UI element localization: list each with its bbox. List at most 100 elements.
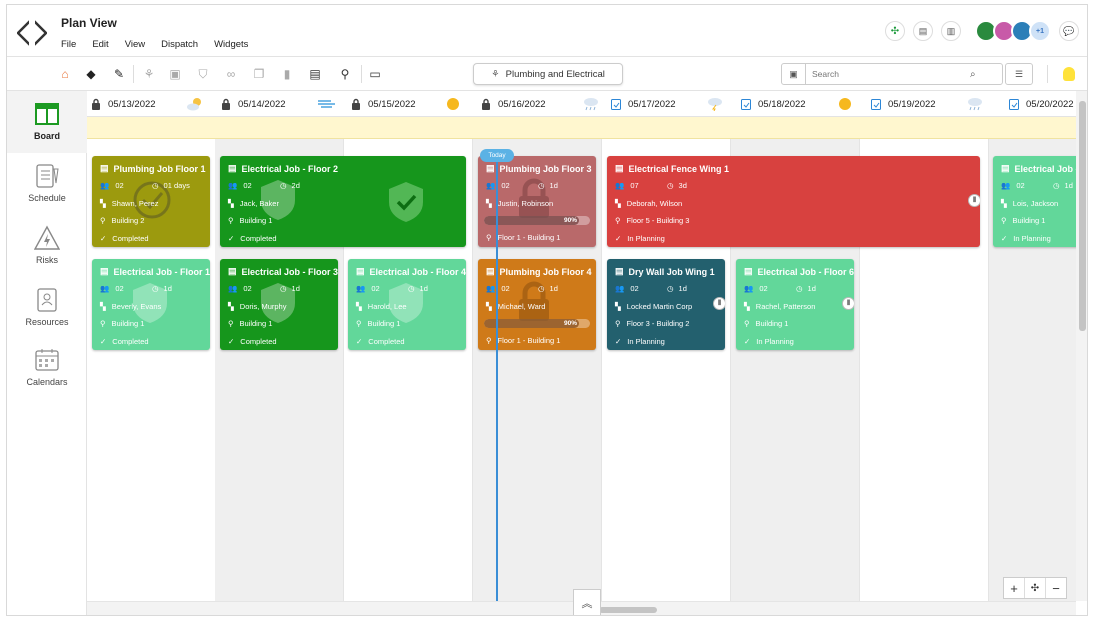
scrollbar-thumb[interactable] — [599, 607, 657, 613]
job-card[interactable]: ▤ Electrical Fence Wing 1 👥 07 ◷ 3d ▚ Debora… — [607, 156, 980, 247]
report-icon[interactable]: ▥ — [941, 21, 961, 41]
clock-icon: ◷ — [280, 284, 287, 293]
lightbulb-icon[interactable] — [1063, 67, 1075, 81]
crew-icon: 👥 — [744, 284, 754, 293]
date-header[interactable]: 05/17/2022 — [611, 91, 676, 117]
person-icon: ▚ — [1001, 199, 1007, 208]
sidebar-item-board[interactable]: Board — [7, 91, 87, 153]
search-box: ▣ ⌕ — [781, 63, 1003, 85]
search-input[interactable] — [806, 65, 966, 83]
search-scope-icon[interactable]: ▣ — [782, 64, 806, 84]
person-icon: ▚ — [100, 199, 106, 208]
resize-handle[interactable]: ⦀ — [842, 297, 854, 310]
menu-file[interactable]: File — [61, 39, 76, 50]
location-pin-icon: ⚲ — [744, 319, 750, 328]
resize-handle[interactable]: ⦀ — [713, 297, 725, 310]
job-card[interactable]: ▤ Electrical Job - Floor 3 👥 02 ◷ 1d ▚ Doris… — [220, 259, 338, 350]
clipboard-icon[interactable]: ▣ — [167, 66, 183, 82]
double-chevron-up-icon: ︽ — [581, 597, 593, 610]
job-card[interactable]: ▤ Dry Wall Job Wing 1 👥 02 ◷ 1d ▚ Locked Mar… — [607, 259, 725, 350]
sidebar-item-label: Board — [33, 131, 60, 141]
zoom-out-icon[interactable]: − — [1046, 578, 1066, 598]
collapse-panel-button[interactable]: ︽ — [573, 589, 601, 615]
project-selector-button[interactable]: ⚘ Plumbing and Electrical — [473, 63, 623, 85]
job-card[interactable]: ▤ Plumbing Job Floor 1 👥 02 ◷ 01 days ▚ Shaw… — [92, 156, 210, 247]
card-people: Beverly, Evans — [111, 302, 162, 311]
date-header[interactable]: 05/15/2022 — [351, 91, 416, 117]
task-icon: ▤ — [100, 163, 109, 173]
job-card[interactable]: ▤ Electrical Job - Floor 1 👥 02 ◷ 1d ▚ Bever… — [92, 259, 210, 350]
document-dropdown-icon[interactable]: ▤ — [307, 66, 323, 82]
zoom-in-icon[interactable]: + — [1004, 578, 1025, 598]
avatar-group[interactable]: +1 — [975, 20, 1051, 42]
fit-view-icon[interactable]: ✣ — [1025, 578, 1046, 598]
date-header[interactable]: 05/16/2022 — [481, 91, 546, 117]
avatar-more-count[interactable]: +1 — [1029, 20, 1051, 42]
date-header[interactable]: 05/19/2022 — [871, 91, 936, 117]
card-duration: 2d — [291, 181, 300, 190]
sidebar-item-risks[interactable]: Risks — [7, 225, 87, 265]
date-label: 05/20/2022 — [1026, 98, 1074, 110]
resources-icon — [37, 288, 57, 312]
card-location: Building 1 — [239, 216, 273, 225]
calendar-check-icon — [1009, 99, 1019, 110]
trash-icon[interactable]: ▮ — [279, 66, 295, 82]
card-title: Plumbing Job Floor 1 — [113, 163, 206, 174]
clock-icon: ◷ — [152, 284, 159, 293]
job-card[interactable]: ▤ Electrical Job - Floor 4 👥 02 ◷ 1d ▚ Harol… — [348, 259, 466, 350]
link-icon[interactable]: ∞ — [223, 66, 239, 82]
sidebar-item-schedule[interactable]: Schedule — [7, 163, 87, 203]
menu-dispatch[interactable]: Dispatch — [161, 39, 198, 50]
card-crew: 02 — [501, 181, 510, 190]
clock-icon: ◷ — [667, 284, 674, 293]
date-label: 05/17/2022 — [628, 98, 676, 110]
search-icon[interactable]: ⌕ — [970, 69, 976, 80]
shield-check-icon — [389, 182, 423, 222]
job-card[interactable]: ▤ Electrical Job - Floor 6 👥 02 ◷ 1d ▚ Rache… — [736, 259, 854, 350]
sidebar-item-calendars[interactable]: Calendars — [7, 347, 87, 387]
task-icon: ▤ — [615, 163, 624, 173]
location-pin-icon: ⚲ — [228, 216, 234, 225]
scrollbar-thumb[interactable] — [1079, 101, 1086, 331]
resize-handle[interactable]: ⦀ — [968, 194, 980, 207]
rain-icon — [968, 98, 982, 111]
menu-widgets[interactable]: Widgets — [214, 39, 248, 50]
calendar-check-icon — [871, 99, 881, 110]
clock-icon: ◷ — [667, 181, 674, 190]
pin-icon[interactable]: ◆ — [83, 66, 99, 82]
copy-icon[interactable]: ❐ — [251, 66, 267, 82]
header-actions: ✣ ▤ ▥ +1 💬 — [877, 20, 1079, 42]
person-icon: ▚ — [615, 199, 621, 208]
sidebar-item-label: Schedule — [28, 193, 66, 203]
chat-icon[interactable]: 💬 — [1059, 21, 1079, 41]
card-title: Electrical Job - Floor 3 — [241, 266, 338, 277]
date-header[interactable]: 05/14/2022 — [221, 91, 286, 117]
toolbar: ⌂ ◆ ✎ ⚘ ▣ ⛉ ∞ ❐ ▮ ▤ ⚲ ▭ ⚘ Plumbing and E… — [7, 57, 1087, 91]
task-icon: ▤ — [356, 266, 365, 276]
job-card[interactable]: ▤ Electrical Job - Floor 1 👥 02 ◷ 1d ▚ Lois,… — [993, 156, 1076, 247]
layout-toggle-icon[interactable]: ▭ — [367, 66, 383, 82]
document-icon[interactable]: ▤ — [913, 21, 933, 41]
lock-icon — [482, 98, 490, 110]
job-card[interactable]: ▤ Electrical Job - Floor 2 👥 02 ◷ 2d ▚ Jack,… — [220, 156, 466, 247]
schedule-icon — [36, 164, 59, 188]
date-header[interactable]: 05/18/2022 — [741, 91, 806, 117]
share-icon[interactable]: ✣ — [885, 21, 905, 41]
menu-view[interactable]: View — [125, 39, 145, 50]
route-icon[interactable]: ⚲ — [337, 66, 353, 82]
pencil-icon[interactable]: ✎ — [111, 66, 127, 82]
card-location: Building 1 — [755, 319, 789, 328]
hierarchy-icon[interactable]: ⚘ — [141, 66, 157, 82]
card-crew: 07 — [630, 181, 639, 190]
location-pin-icon: ⚲ — [486, 336, 492, 345]
vertical-scrollbar[interactable] — [1076, 91, 1087, 601]
menu-edit[interactable]: Edit — [92, 39, 108, 50]
shield-icon[interactable]: ⛉ — [195, 66, 211, 82]
date-header[interactable]: 05/20/2022 — [1009, 91, 1074, 117]
date-header[interactable]: 05/13/2022 — [91, 91, 156, 117]
card-duration: 01 days — [163, 181, 190, 190]
filter-button[interactable]: ☰ — [1005, 63, 1033, 85]
location-pin-icon: ⚲ — [356, 319, 362, 328]
sidebar-item-resources[interactable]: Resources — [7, 287, 87, 327]
home-icon[interactable]: ⌂ — [57, 66, 73, 82]
